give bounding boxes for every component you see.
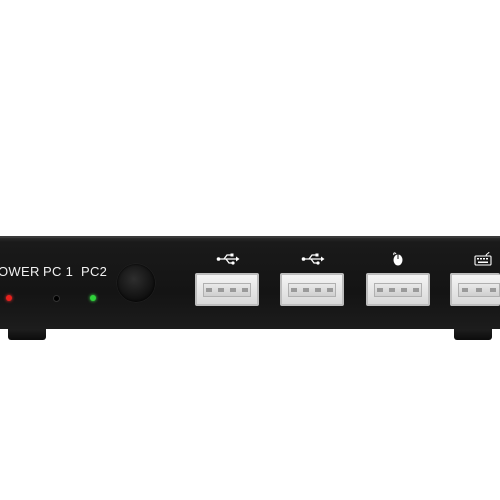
mouse-icon	[393, 252, 403, 266]
switch-button[interactable]	[117, 264, 155, 302]
usb-port-pins	[458, 288, 500, 292]
pc1-label: PC 1	[43, 264, 74, 279]
keyboard-icon	[474, 252, 492, 266]
mouse-port[interactable]	[366, 273, 430, 306]
right-foot	[454, 329, 492, 340]
power-led	[6, 295, 12, 301]
power-label: OWER	[0, 264, 40, 279]
usb-port-pins	[203, 288, 251, 292]
usb-icon	[301, 253, 325, 265]
usb-port-pins	[374, 288, 422, 292]
pc2-led	[90, 295, 96, 301]
left-foot	[8, 329, 46, 340]
pc2-label: PC2	[81, 264, 108, 279]
usb-icon	[216, 253, 240, 265]
usb-port-1[interactable]	[195, 273, 259, 306]
usb-port-2[interactable]	[280, 273, 344, 306]
pc1-led	[53, 295, 60, 302]
usb-port-pins	[288, 288, 336, 292]
keyboard-port[interactable]	[450, 273, 500, 306]
